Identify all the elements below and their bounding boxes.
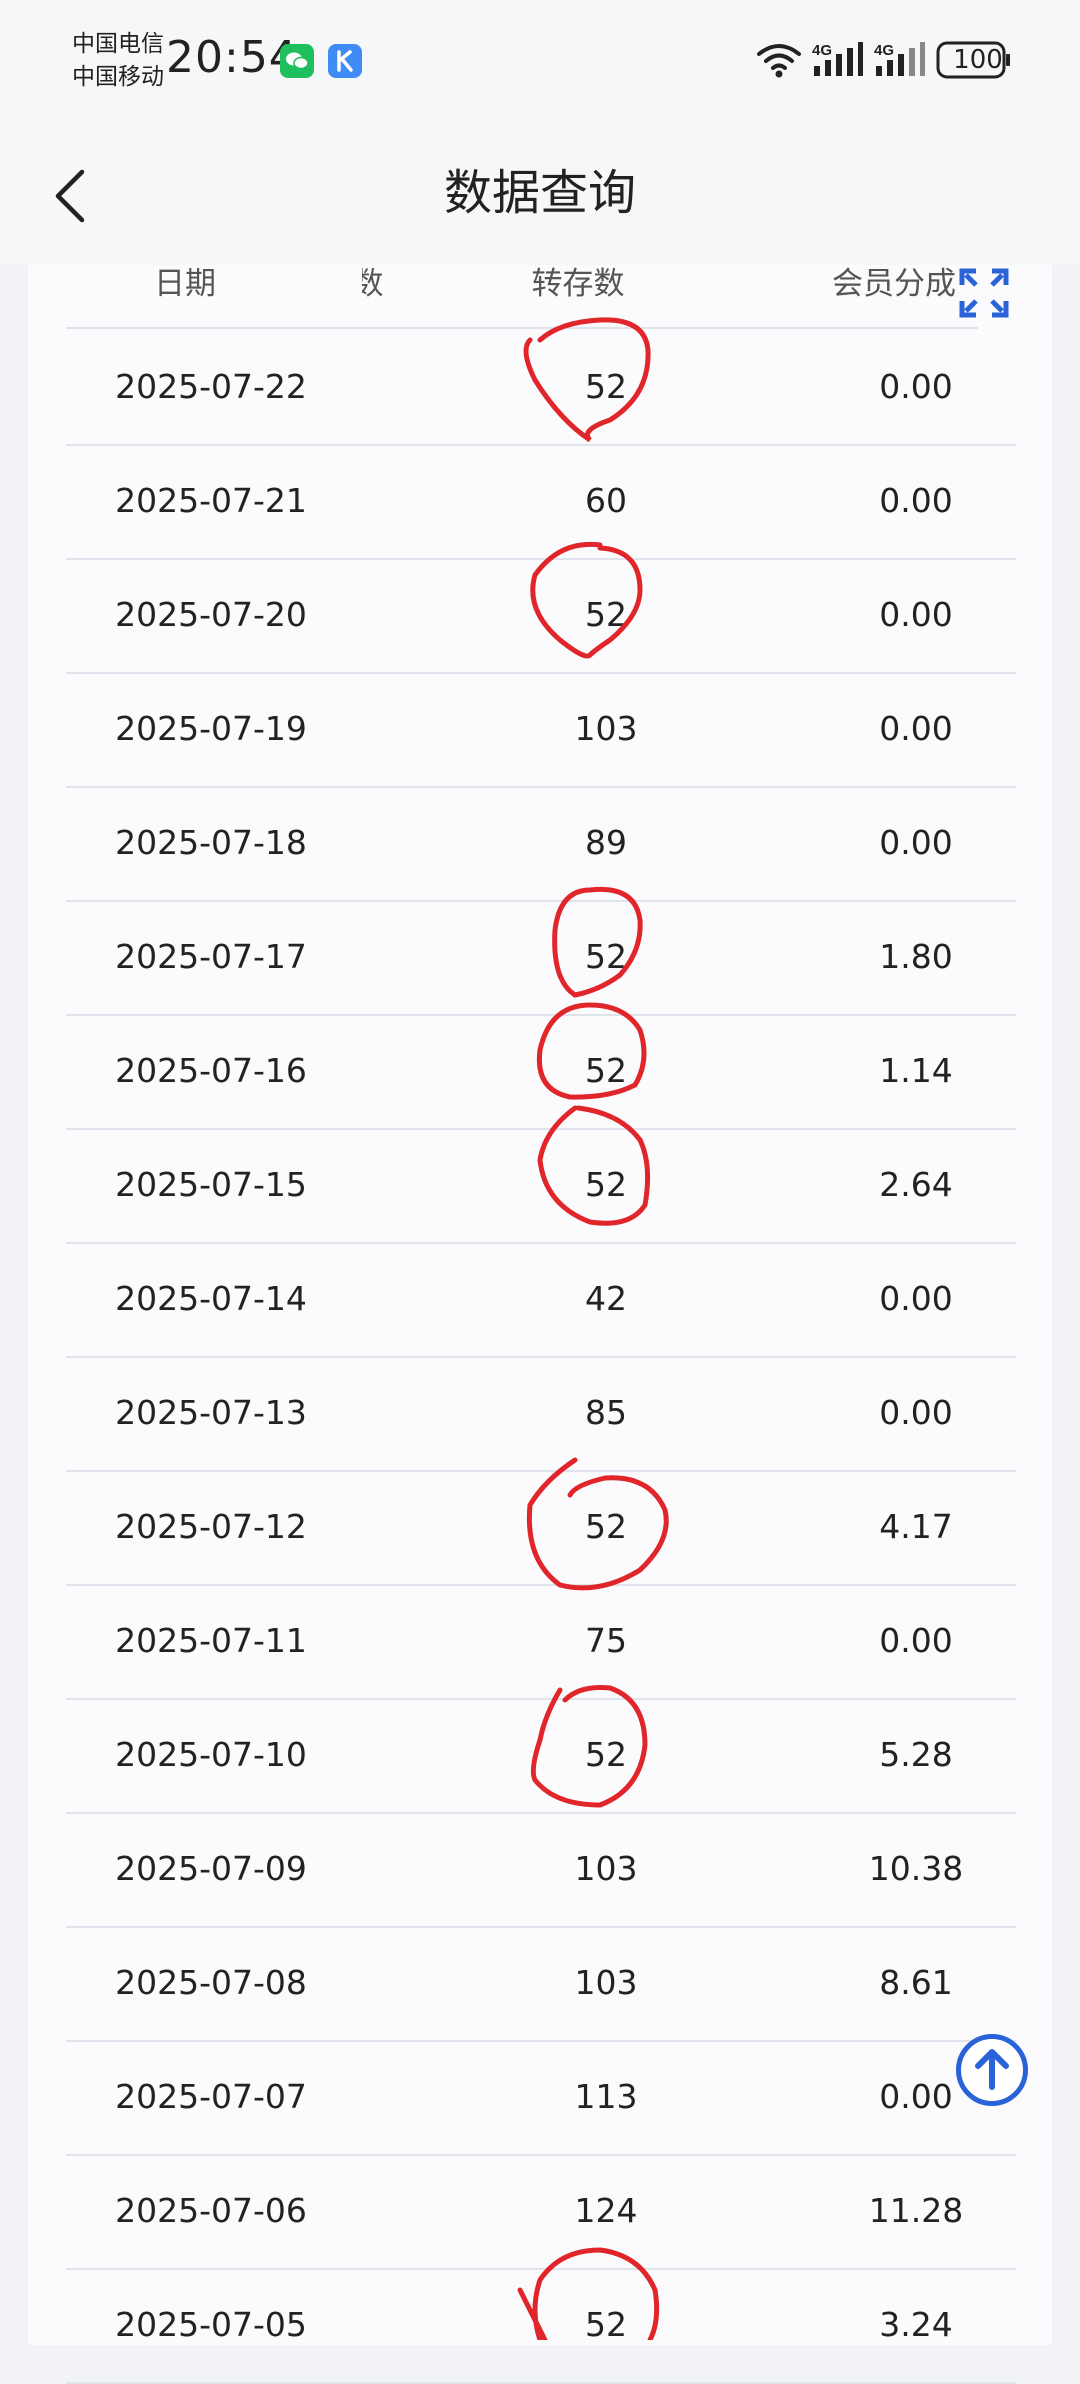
cell-member-share: 2.64 [879,1165,953,1204]
table-row[interactable]: 2025-07-16 52 1.14 [66,1014,1016,1130]
table-row[interactable]: 2025-07-08 103 8.61 [66,1926,1016,2042]
cell-date: 2025-07-20 [115,595,307,634]
page-title: 数据查询 [443,165,636,221]
cell-date: 2025-07-08 [115,1963,307,2002]
svg-text:4G: 4G [874,42,894,59]
table-row[interactable]: 2025-07-05 52 3.24 [66,2268,1016,2384]
column-header-saves[interactable]: 转存数 [518,268,638,300]
column-header-partial[interactable]: 数 [362,268,388,300]
cell-saves: 124 [574,2191,638,2230]
cell-member-share: 0.00 [879,367,953,406]
cell-member-share: 0.00 [879,1393,953,1432]
battery-level: 100 [953,45,1003,75]
cell-saves: 60 [585,481,627,520]
cell-date: 2025-07-21 [115,481,307,520]
scroll-to-top-button[interactable] [956,2034,1028,2106]
cell-date: 2025-07-07 [115,2077,307,2116]
cell-date: 2025-07-15 [115,1165,307,1204]
cell-saves: 52 [585,367,627,406]
table-row[interactable]: 2025-07-06 124 11.28 [66,2154,1016,2270]
wifi-icon [757,44,801,78]
cell-saves: 52 [585,2305,627,2344]
cell-saves: 52 [585,937,627,976]
cell-date: 2025-07-11 [115,1621,307,1660]
cell-saves: 103 [574,1849,638,1888]
cell-member-share: 0.00 [879,823,953,862]
cell-date: 2025-07-05 [115,2305,307,2344]
table-row[interactable]: 2025-07-09 103 10.38 [66,1812,1016,1928]
cell-saves: 52 [585,1735,627,1774]
cell-date: 2025-07-14 [115,1279,307,1318]
arrow-up-circle-icon [975,2049,1009,2090]
cell-member-share: 8.61 [879,1963,953,2002]
cell-member-share: 5.28 [879,1735,953,1774]
status-bar: 中国电信 中国移动 20:54 4G 4G 100 [0,0,1080,120]
cell-date: 2025-07-09 [115,1849,307,1888]
cell-saves: 75 [585,1621,627,1660]
cell-date: 2025-07-13 [115,1393,307,1432]
cell-member-share: 0.00 [879,709,953,748]
table-row[interactable]: 2025-07-19 103 0.00 [66,672,1016,788]
cell-saves: 52 [585,595,627,634]
cell-member-share: 10.38 [868,1849,964,1888]
cell-saves: 42 [585,1279,627,1318]
table-row[interactable]: 2025-07-14 42 0.00 [66,1242,1016,1358]
cell-saves: 89 [585,823,627,862]
cell-date: 2025-07-16 [115,1051,307,1090]
table-row[interactable]: 2025-07-12 52 4.17 [66,1470,1016,1586]
data-table-card: 日期 数 转存数 会员分成 2025-07-22 52 0.00 2025-07-21… [28,265,1052,2384]
cell-member-share: 1.80 [879,937,953,976]
cell-member-share: 4.17 [879,1507,953,1546]
wechat-icon [280,44,314,78]
cell-member-share: 0.00 [879,481,953,520]
fullscreen-button[interactable] [956,265,1012,321]
cell-member-share: 0.00 [879,1279,953,1318]
cell-date: 2025-07-18 [115,823,307,862]
header-divider [66,327,978,329]
table-row[interactable]: 2025-07-10 52 5.28 [66,1698,1016,1814]
cell-date: 2025-07-12 [115,1507,307,1546]
cell-saves: 52 [585,1165,627,1204]
cell-saves: 113 [574,2077,638,2116]
signal-4g-icon: 4G [874,42,925,76]
kuake-app-icon [328,44,362,78]
table-row[interactable]: 2025-07-17 52 1.80 [66,900,1016,1016]
cell-date: 2025-07-17 [115,937,307,976]
cell-member-share: 0.00 [879,595,953,634]
cell-date: 2025-07-06 [115,2191,307,2230]
clock: 20:54 [166,32,298,83]
table-row[interactable]: 2025-07-18 89 0.00 [66,786,1016,902]
cell-saves: 85 [585,1393,627,1432]
table-row[interactable]: 2025-07-21 60 0.00 [66,444,1016,560]
cell-member-share: 11.28 [868,2191,964,2230]
cell-saves: 103 [574,1963,638,2002]
table-row[interactable]: 2025-07-15 52 2.64 [66,1128,1016,1244]
column-header-date[interactable]: 日期 [130,268,240,300]
carrier-1: 中国电信 [72,31,164,57]
cell-member-share: 0.00 [879,1621,953,1660]
cell-date: 2025-07-19 [115,709,307,748]
cell-date: 2025-07-10 [115,1735,307,1774]
signal-4g-icon: 4G [812,42,863,76]
cell-saves: 52 [585,1051,627,1090]
cell-member-share: 1.14 [879,1051,953,1090]
table-row[interactable]: 2025-07-13 85 0.00 [66,1356,1016,1472]
carrier-2: 中国移动 [72,64,164,90]
carrier-info: 中国电信 中国移动 [72,28,164,94]
cell-date: 2025-07-22 [115,367,307,406]
table-header-row: 日期 数 转存数 会员分成 [28,265,1052,330]
cell-saves: 52 [585,1507,627,1546]
table-row[interactable]: 2025-07-07 113 0.00 [66,2040,1016,2156]
table-row[interactable]: 2025-07-22 52 0.00 [66,330,1016,446]
cell-member-share: 3.24 [879,2305,953,2344]
table-row[interactable]: 2025-07-20 52 0.00 [66,558,1016,674]
expand-icon [959,268,1009,318]
table-row[interactable]: 2025-07-11 75 0.00 [66,1584,1016,1700]
app-header: 数据查询 [0,120,1080,265]
cell-saves: 103 [574,709,638,748]
svg-text:4G: 4G [812,42,832,59]
